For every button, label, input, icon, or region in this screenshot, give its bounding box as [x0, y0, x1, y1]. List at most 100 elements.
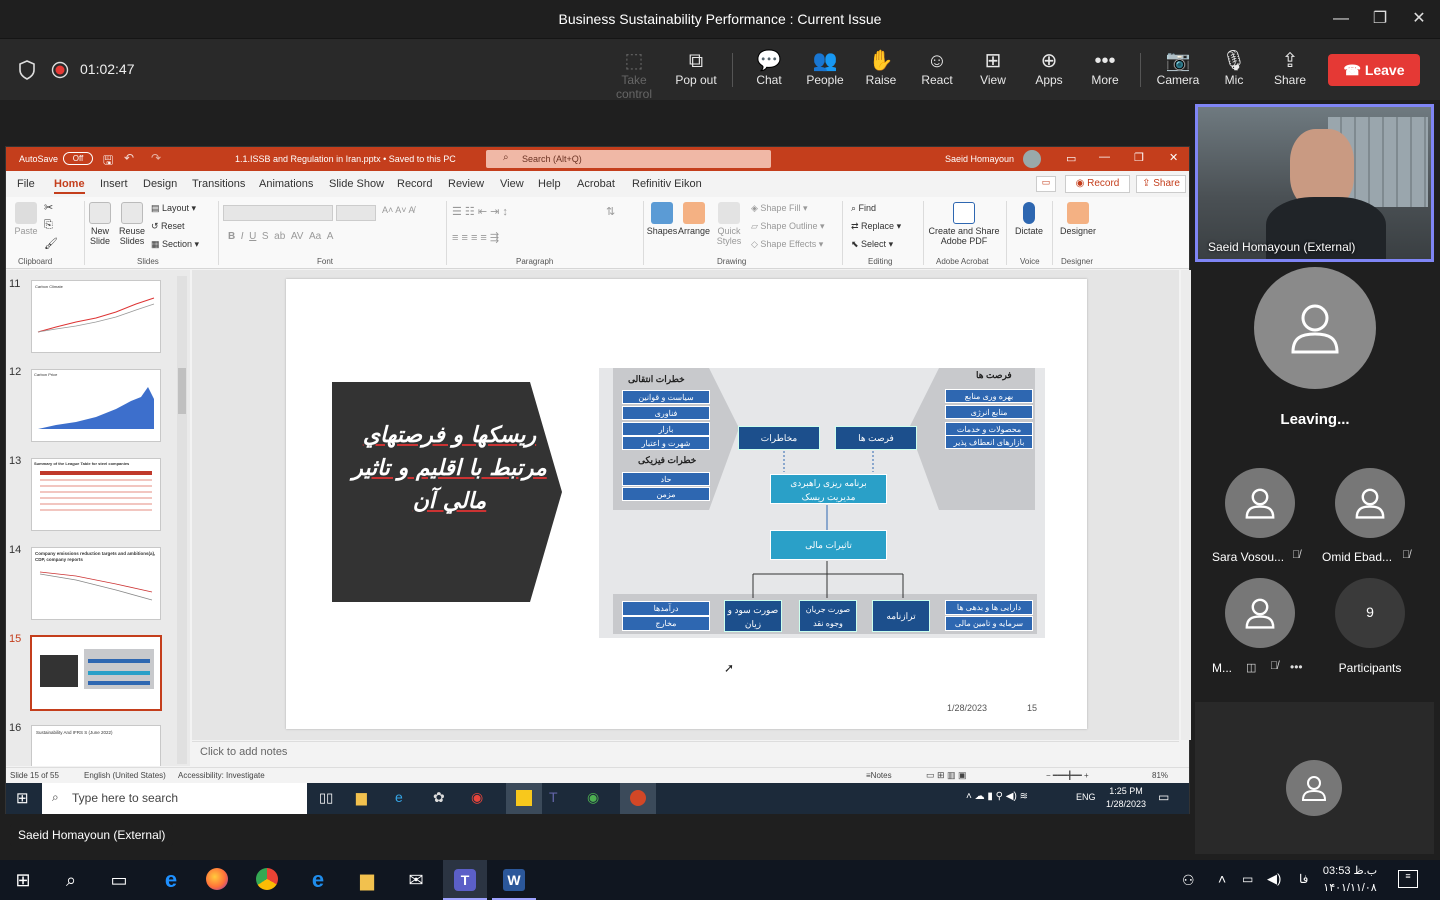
participant-avatar[interactable] [1225, 468, 1295, 538]
taskbar-search-box[interactable]: Type here to search [42, 783, 307, 814]
notes-pane[interactable]: Click to add notes [192, 741, 1179, 767]
powerpoint-taskbar-icon[interactable] [620, 783, 656, 814]
notification-center-icon[interactable]: ≡ [1398, 870, 1418, 888]
sticky-notes-icon[interactable] [506, 783, 542, 814]
task-view-icon[interactable]: ▭ [106, 868, 132, 892]
comments-icon[interactable]: ▭ [1036, 176, 1056, 192]
format-painter-icon[interactable]: 🖌 [44, 237, 58, 250]
participants-count-circle[interactable]: 9 [1335, 578, 1405, 648]
teams-taskbar-icon[interactable]: T [443, 860, 487, 900]
mic-button[interactable]: 🎙 Mic [1206, 49, 1262, 95]
task-view-icon[interactable]: ▯▯ [319, 790, 333, 806]
ppt-search-box[interactable]: Search (Alt+Q) [486, 150, 771, 168]
slide-thumbnail-14[interactable]: Company emissions reduction targets and … [31, 547, 161, 620]
slide-thumbnail-12[interactable]: Carbon Price [31, 369, 161, 442]
input-language[interactable]: ENG [1076, 792, 1096, 802]
font-family-select[interactable] [223, 205, 333, 221]
leave-button[interactable]: ☎ Leave [1328, 54, 1420, 86]
view-mode-icons[interactable]: ▭ ⊞ ▥ ▣ [926, 770, 967, 781]
tab-record[interactable]: Record [397, 178, 432, 190]
dictate-button[interactable]: Dictate [1012, 202, 1046, 236]
clock-time[interactable]: 03:53 ب.ظ [1320, 864, 1380, 877]
slide-thumbnail-13[interactable]: Summary of the League Table for steel co… [31, 458, 161, 531]
tab-design[interactable]: Design [143, 178, 177, 190]
apps-button[interactable]: ⊕ Apps [1021, 49, 1077, 95]
slide-vertical-scrollbar[interactable] [1181, 270, 1191, 740]
slide-canvas[interactable]: ریسکها و فرصتهاي مرتبط با اقليم و تاثير … [286, 279, 1087, 729]
shapes-button[interactable]: Shapes [646, 202, 678, 236]
restore-button[interactable]: ❐ [1365, 8, 1395, 30]
more-button[interactable]: ••• More [1077, 49, 1133, 95]
font-size-increase-icon[interactable]: A˄ A˅ A̸ [382, 205, 415, 215]
section-button[interactable]: ▦ Section ▾ [151, 239, 199, 250]
camera-button[interactable]: 📷 Camera [1150, 49, 1206, 95]
find-button[interactable]: ⌕ Find [851, 203, 876, 214]
participant-avatar[interactable] [1225, 578, 1295, 648]
cut-icon[interactable]: ✂ [44, 201, 53, 214]
tab-refinitiv-eikon[interactable]: Refinitiv Eikon [632, 178, 702, 190]
language-status[interactable]: English (United States) [84, 771, 166, 780]
close-button[interactable]: ✕ [1404, 8, 1434, 30]
ppt-close-button[interactable]: ✕ [1169, 151, 1178, 164]
people-button[interactable]: 👥 People [797, 49, 853, 95]
accessibility-status[interactable]: Accessibility: Investigate [178, 771, 265, 780]
tab-view[interactable]: View [500, 178, 524, 190]
font-size-select[interactable] [336, 205, 376, 221]
designer-button[interactable]: Designer [1058, 202, 1098, 236]
record-button[interactable]: ◉ Record [1065, 175, 1130, 193]
slide-thumbnail-16[interactable]: Sustainability And IFRS S (June 2022) [31, 725, 161, 766]
user-avatar[interactable] [1023, 150, 1041, 168]
zoom-slider[interactable]: − ━━━╋━━ + [1046, 771, 1089, 780]
app-icon[interactable]: ✿ [433, 789, 445, 806]
search-icon[interactable]: ⌕ [58, 868, 84, 892]
redo-icon[interactable]: ↷ [151, 151, 161, 165]
shape-fill-button[interactable]: ◈ Shape Fill ▾ [751, 203, 807, 214]
undo-icon[interactable]: ↶ [124, 151, 134, 165]
tab-slide-show[interactable]: Slide Show [329, 178, 384, 190]
replace-button[interactable]: ⇄ Replace ▾ [851, 221, 901, 232]
chrome-icon[interactable]: ◉ [471, 789, 483, 806]
tray-expand-icon[interactable]: ˄ [1218, 871, 1226, 887]
file-explorer-icon[interactable]: ▆ [354, 868, 380, 892]
leaving-participant-avatar[interactable] [1254, 267, 1376, 389]
create-share-pdf-button[interactable]: Create and Share Adobe PDF [926, 202, 1002, 246]
clock-date[interactable]: ۱۴۰۱/۱۱/۰۸ [1320, 881, 1380, 894]
tab-transitions[interactable]: Transitions [192, 178, 245, 190]
chrome-icon[interactable] [256, 868, 282, 892]
tab-acrobat[interactable]: Acrobat [577, 178, 615, 190]
participant-avatar[interactable] [1335, 468, 1405, 538]
text-direction-icon[interactable]: ⇅ [606, 205, 615, 218]
tab-file[interactable]: File [17, 178, 35, 190]
ribbon-display-icon[interactable]: ▭ [1066, 152, 1076, 165]
layout-button[interactable]: ▤ Layout ▾ [151, 203, 196, 214]
shield-icon[interactable] [18, 60, 36, 80]
windows-start-icon[interactable]: ⊞ [10, 868, 36, 892]
mail-icon[interactable]: ✉ [403, 868, 429, 892]
align-icons[interactable]: ≡ ≡ ≡ ≡ ⇶ [452, 231, 499, 244]
notes-toggle[interactable]: ≡Notes [866, 771, 892, 780]
zoom-level[interactable]: 81% [1152, 771, 1168, 780]
word-taskbar-icon[interactable]: W [492, 860, 536, 900]
reset-button[interactable]: ↺ Reset [151, 221, 185, 232]
chrome-alt-icon[interactable]: ◉ [587, 789, 599, 806]
take-control-button[interactable]: ⬚ Take control [604, 49, 664, 101]
self-view-tile[interactable] [1195, 702, 1434, 854]
minimize-button[interactable]: — [1326, 8, 1356, 30]
participant-video-tile[interactable]: Saeid Homayoun (External) [1195, 104, 1434, 262]
tab-animations[interactable]: Animations [259, 178, 313, 190]
shape-outline-button[interactable]: ▱ Shape Outline ▾ [751, 221, 825, 232]
react-button[interactable]: ☺ React [909, 49, 965, 95]
pop-out-button[interactable]: ⧉ Pop out [668, 49, 724, 95]
tray-icons[interactable]: ˄ ☁ ▮ ⚲ ◀) ≋ [966, 791, 1028, 802]
network-icon[interactable]: ▭ [1242, 872, 1253, 886]
reuse-slides-button[interactable]: Reuse Slides [118, 202, 146, 246]
view-button[interactable]: ⊞ View [965, 49, 1021, 95]
raise-hand-button[interactable]: ✋ Raise [853, 49, 909, 95]
ppt-minimize-button[interactable]: — [1099, 151, 1110, 163]
autosave-toggle[interactable]: Off [63, 152, 93, 165]
people-icon[interactable]: ⚇ [1182, 872, 1195, 889]
list-icons[interactable]: ☰ ☷ ⇤ ⇥ ↕ [452, 205, 508, 218]
teams-icon[interactable]: T [549, 789, 558, 805]
more-options-icon[interactable]: ••• [1290, 660, 1303, 674]
file-explorer-icon[interactable]: ▆ [356, 789, 367, 806]
